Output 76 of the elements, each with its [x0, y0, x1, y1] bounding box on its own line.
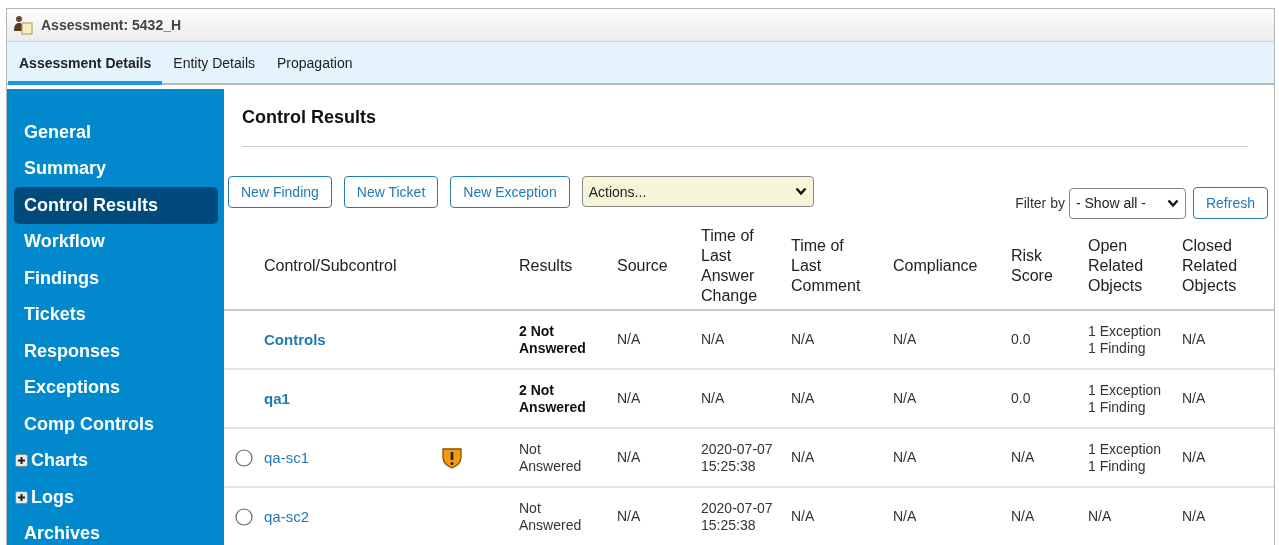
sidebar-item[interactable]: Charts — [14, 442, 218, 479]
table-cell-text: 2 Not Answered — [519, 322, 587, 357]
table-cell-text: 2020-07-07 15:25:38 — [701, 440, 774, 475]
sidebar-item[interactable]: Summary — [14, 150, 218, 187]
sidebar-item[interactable]: Findings — [14, 260, 218, 297]
expand-icon[interactable] — [15, 454, 28, 468]
table-cell-text: N/A — [1088, 508, 1113, 525]
table-cell-text: N/A — [701, 331, 726, 348]
table-cell-text: 1 Exception 1 Finding — [1088, 322, 1163, 357]
action-button[interactable]: New Exception — [450, 176, 570, 208]
radio-button[interactable] — [235, 448, 253, 467]
table-cell-text: N/A — [617, 331, 642, 348]
window-title: Assessment: 5432_H — [41, 17, 182, 33]
sidebar-item[interactable]: Comp Controls — [14, 406, 218, 443]
table-cell-text: 2020-07-07 15:25:38 — [701, 499, 774, 534]
table-cell-text: N/A — [1182, 508, 1207, 525]
table-cell-text: N/A — [791, 390, 816, 407]
sidebar-item[interactable]: Exceptions — [14, 369, 218, 406]
action-button[interactable]: New Finding — [228, 176, 332, 208]
table-cell-text: 2 Not Answered — [519, 381, 587, 416]
table-cell-text: N/A — [617, 449, 642, 466]
column-header: Time of Last Comment — [791, 236, 862, 296]
column-header: Control/Subcontrol — [263, 256, 398, 276]
table-cell-text: N/A — [1182, 390, 1207, 407]
column-header: Compliance — [893, 256, 975, 276]
table-cell-text: 1 Exception 1 Finding — [1088, 381, 1163, 416]
column-header: Closed Related Objects — [1182, 236, 1239, 296]
control-link[interactable]: qa-sc2 — [257, 508, 434, 525]
section-heading: Control Results — [242, 89, 1248, 147]
table-cell-text: N/A — [893, 331, 918, 348]
sidebar-item[interactable]: Logs — [14, 479, 218, 516]
column-header: Risk Score — [1011, 246, 1054, 286]
table-cell-text: 0.0 — [1011, 390, 1032, 407]
table-cell-text: N/A — [617, 508, 642, 525]
sidebar-item[interactable]: Archives — [14, 515, 218, 545]
filter-dropdown[interactable]: - Show all - — [1068, 187, 1186, 219]
caret-icon — [1166, 198, 1179, 208]
action-button[interactable]: New Ticket — [343, 176, 439, 208]
tab[interactable]: Assessment Details — [8, 42, 163, 85]
column-header: Time of Last Answer Change — [701, 226, 759, 306]
expand-icon[interactable] — [15, 490, 28, 504]
table-cell-text: Not Answered — [519, 499, 583, 534]
table-cell-text: N/A — [1182, 331, 1207, 348]
table-cell-text: Not Answered — [519, 440, 583, 475]
table-cell-text: N/A — [1182, 449, 1207, 466]
sidebar-item[interactable]: Control Results — [14, 187, 218, 224]
column-header: Open Related Objects — [1088, 236, 1145, 296]
filter-label: Filter by — [1015, 195, 1065, 211]
assessment-icon — [13, 15, 35, 35]
sidebar-item[interactable]: General — [14, 114, 218, 151]
tab[interactable]: Propagation — [266, 42, 364, 85]
table-cell-text: N/A — [1011, 449, 1036, 466]
sidebar-item[interactable]: Responses — [14, 333, 218, 370]
table-cell-text: N/A — [617, 390, 642, 407]
table-cell-text: N/A — [791, 449, 816, 466]
table-cell-text: N/A — [893, 449, 918, 466]
refresh-button[interactable]: Refresh — [1192, 187, 1268, 219]
table-cell-text: N/A — [791, 331, 816, 348]
table-cell-text: N/A — [1011, 508, 1036, 525]
caret-icon — [794, 187, 807, 196]
sidebar-item[interactable]: Workflow — [14, 223, 218, 260]
table-cell-text: N/A — [701, 390, 726, 407]
table-cell-text: N/A — [893, 508, 918, 525]
table-cell-text: N/A — [791, 508, 816, 525]
actions-dropdown[interactable]: Actions... — [581, 176, 814, 207]
radio-button[interactable] — [235, 507, 253, 526]
control-link[interactable]: Controls — [257, 331, 434, 348]
sidebar-item[interactable]: Tickets — [14, 296, 218, 333]
table-cell-text: 1 Exception 1 Finding — [1088, 440, 1163, 475]
column-header: Source — [617, 256, 669, 276]
control-link[interactable]: qa-sc1 — [257, 449, 434, 466]
table-cell-text: 0.0 — [1011, 331, 1032, 348]
column-header: Results — [519, 256, 574, 276]
table-cell-text: N/A — [893, 390, 918, 407]
control-link[interactable]: qa1 — [257, 390, 434, 407]
tab[interactable]: Entity Details — [162, 42, 266, 85]
